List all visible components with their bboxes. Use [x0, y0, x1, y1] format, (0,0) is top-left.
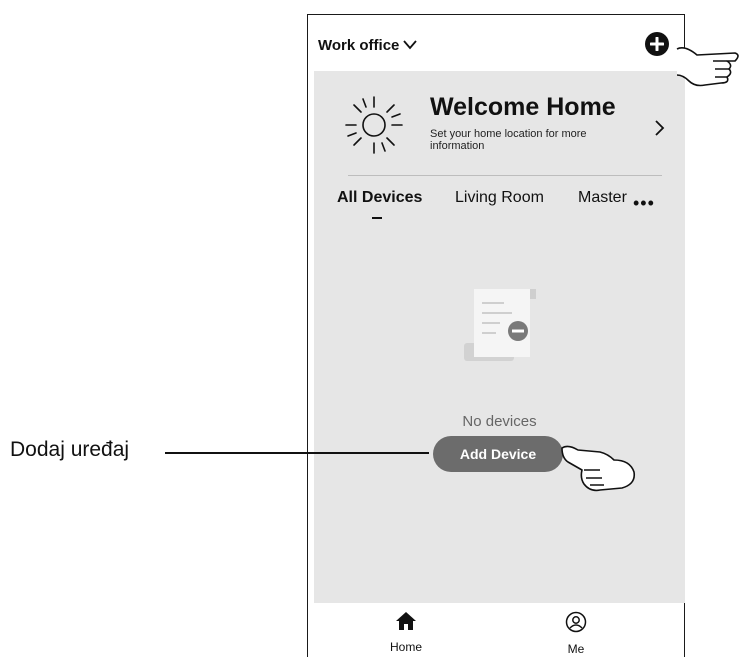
empty-document-icon: [460, 281, 540, 376]
main-panel: Welcome Home Set your home location for …: [314, 71, 685, 603]
active-tab-indicator: [372, 217, 382, 219]
welcome-subtitle: Set your home location for more informat…: [430, 128, 587, 152]
divider: [348, 175, 662, 176]
weather-card[interactable]: Welcome Home Set your home location for …: [314, 71, 685, 175]
home-name-label: Work office: [318, 37, 400, 54]
bottom-nav: Home Me: [308, 603, 684, 658]
add-device-button[interactable]: Add Device: [433, 436, 563, 472]
home-selector[interactable]: Work office: [318, 37, 418, 54]
empty-state-text: No devices: [462, 413, 537, 430]
home-icon: [395, 612, 417, 635]
top-bar: Work office: [308, 15, 684, 71]
tab-living-room[interactable]: Living Room: [455, 189, 544, 207]
nav-me-label: Me: [567, 642, 585, 656]
phone-screen: Work office Welcome Home Set your home l…: [307, 14, 685, 658]
welcome-title: Welcome Home: [430, 93, 616, 121]
nav-home-label: Home: [389, 640, 422, 654]
nav-home[interactable]: Home: [366, 611, 446, 654]
tab-all-devices[interactable]: All Devices: [337, 189, 422, 207]
callout-label: Dodaj uređaj: [10, 438, 130, 461]
pointing-hand-icon: [675, 35, 743, 102]
tab-master[interactable]: Master: [578, 189, 627, 207]
pointing-hand-icon: [560, 438, 640, 503]
callout-line: [165, 452, 429, 454]
chevron-right-icon[interactable]: [655, 119, 665, 142]
room-tabs: All Devices Living Room Master •••: [314, 189, 685, 225]
sun-icon: [342, 93, 406, 162]
chevron-down-icon: [403, 37, 418, 54]
nav-me[interactable]: Me: [536, 611, 616, 656]
user-circle-icon: [565, 611, 587, 637]
more-tabs-icon[interactable]: •••: [633, 193, 655, 214]
add-icon[interactable]: [645, 32, 669, 56]
